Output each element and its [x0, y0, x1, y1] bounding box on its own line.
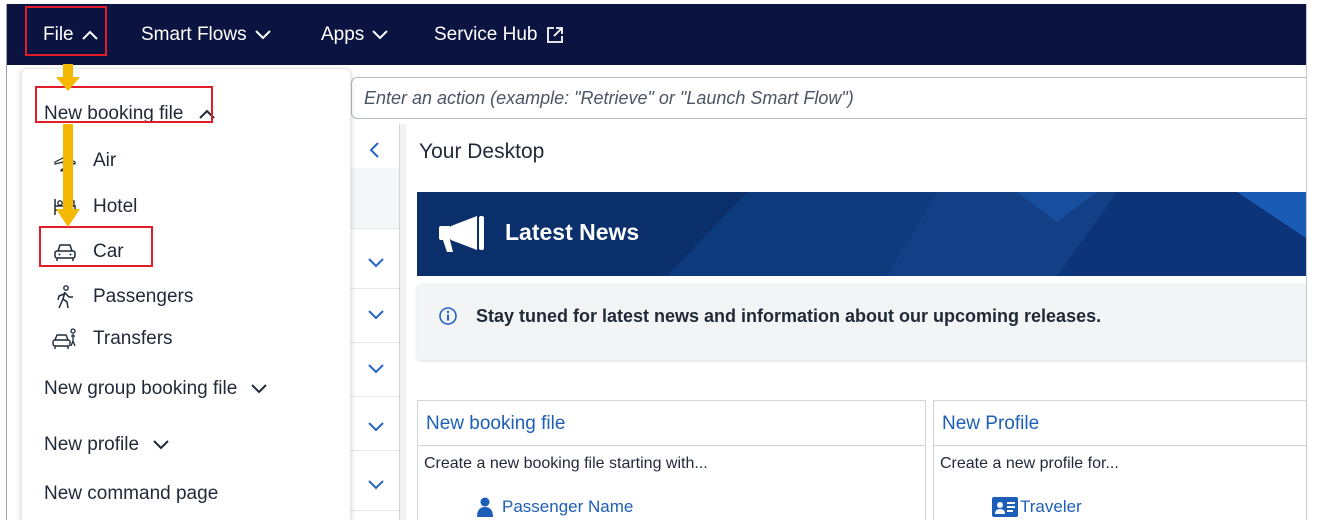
nav-file-menu[interactable]: File [43, 4, 98, 65]
profile-card-icon [992, 497, 1018, 517]
new-booking-file-card: New booking file Create a new booking fi… [417, 400, 926, 520]
rail-row[interactable] [351, 342, 401, 397]
app-window: File Smart Flows Apps Service Hub Enter … [6, 4, 1307, 520]
rail-section [351, 168, 401, 229]
hotel-label: Hotel [93, 196, 138, 217]
chevron-down-icon [368, 310, 384, 320]
chevron-down-icon [254, 29, 271, 39]
annotation-arrow-down-long [56, 124, 80, 227]
menu-new-command-page[interactable]: New command page [44, 480, 218, 508]
new-group-booking-file-label: New group booking file [44, 378, 238, 399]
news-info-message: Stay tuned for latest news and informati… [417, 284, 1306, 360]
passengers-label: Passengers [93, 286, 194, 307]
car-icon [52, 239, 78, 265]
info-text: Stay tuned for latest news and informati… [476, 306, 1102, 326]
card-divider [418, 445, 925, 446]
car-label: Car [93, 241, 124, 262]
chevron-left-icon[interactable] [368, 142, 380, 158]
new-profile-card: New Profile Create a new profile for... … [933, 400, 1306, 520]
card-title-profile[interactable]: New Profile [942, 413, 1039, 435]
traveler-link[interactable]: Traveler [992, 497, 1082, 517]
card-desc-profile: Create a new profile for... [940, 455, 1119, 472]
rail-row[interactable] [351, 288, 401, 343]
annotation-arrow-down [56, 64, 80, 91]
traveler-label: Traveler [1020, 497, 1082, 516]
chevron-up-icon [199, 109, 216, 119]
news-title: Latest News [505, 219, 640, 245]
nav-smart-flows-label: Smart Flows [141, 23, 247, 45]
transfer-car-person-icon [52, 326, 78, 352]
latest-news-banner: Latest News [417, 192, 1306, 276]
menu-item-passengers[interactable]: Passengers [52, 283, 193, 311]
nav-service-hub-label: Service Hub [434, 23, 538, 45]
passenger-name-link[interactable]: Passenger Name [476, 497, 633, 517]
menu-item-transfers[interactable]: Transfers [52, 325, 173, 353]
chevron-up-icon [81, 30, 98, 40]
megaphone-icon [439, 216, 484, 252]
chevron-down-icon [368, 364, 384, 374]
rail-row[interactable] [351, 450, 401, 511]
page-title: Your Desktop [419, 140, 545, 163]
collapsed-side-rail [351, 124, 401, 520]
panel-divider[interactable] [399, 124, 406, 520]
new-profile-label: New profile [44, 434, 140, 455]
walking-person-icon [52, 284, 78, 310]
top-nav-bar: File Smart Flows Apps Service Hub [7, 4, 1306, 65]
menu-item-car[interactable]: Car [52, 238, 124, 266]
chevron-down-icon [368, 258, 384, 268]
nav-smart-flows-menu[interactable]: Smart Flows [141, 4, 271, 65]
chevron-down-icon [251, 384, 268, 394]
nav-file-label: File [43, 23, 74, 45]
info-icon [439, 307, 457, 325]
chevron-down-icon [368, 422, 384, 432]
action-search-input[interactable] [351, 77, 1306, 119]
card-title-booking[interactable]: New booking file [426, 413, 565, 435]
rail-row[interactable] [351, 396, 401, 451]
card-divider [934, 445, 1306, 446]
menu-new-profile[interactable]: New profile [44, 431, 169, 459]
chevron-down-icon [368, 480, 384, 490]
rail-row[interactable] [351, 228, 401, 289]
air-label: Air [93, 150, 117, 171]
transfers-label: Transfers [93, 328, 173, 349]
menu-new-group-booking-file[interactable]: New group booking file [44, 375, 268, 403]
new-booking-file-label: New booking file [44, 103, 184, 124]
card-desc-booking: Create a new booking file starting with.… [424, 455, 708, 472]
external-link-icon [546, 26, 563, 43]
new-command-page-label: New command page [44, 483, 219, 504]
nav-apps-menu[interactable]: Apps [321, 4, 389, 65]
passenger-name-label: Passenger Name [502, 497, 634, 516]
chevron-down-icon [153, 440, 169, 450]
chevron-down-icon [372, 29, 389, 39]
person-icon [477, 497, 493, 517]
nav-service-hub-link[interactable]: Service Hub [434, 4, 564, 65]
nav-apps-label: Apps [321, 23, 365, 45]
